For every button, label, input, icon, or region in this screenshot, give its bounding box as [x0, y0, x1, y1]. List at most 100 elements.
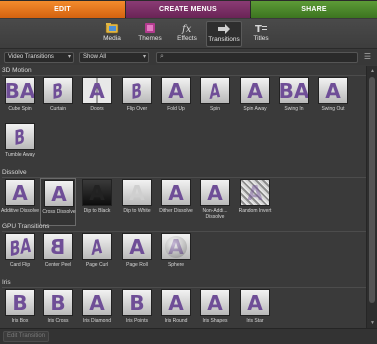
transition-label: Tumble Away	[5, 152, 35, 158]
transition-item[interactable]: A Additive Dissolve	[0, 178, 40, 226]
themes-button[interactable]: Themes	[134, 21, 166, 47]
transition-label: Cross Dissolve	[42, 209, 76, 215]
transition-label: Flip Over	[126, 106, 148, 112]
transition-item[interactable]: B Iris Cross	[40, 288, 76, 328]
scrollbar-thumb[interactable]	[369, 77, 375, 303]
transition-thumbnail: A	[44, 180, 74, 207]
transition-item[interactable]: A Page Roll	[119, 232, 155, 280]
transition-label: Doors	[90, 106, 104, 112]
thumbnail-glyph: A	[247, 78, 263, 103]
scroll-up-icon[interactable]: ▲	[368, 67, 377, 75]
transition-item[interactable]: A Sphere	[158, 232, 194, 280]
transition-item[interactable]: BA Cube Spin	[2, 76, 38, 124]
transition-item[interactable]: A Iris Diamond	[79, 288, 115, 328]
transition-item[interactable]: B Iris Box	[2, 288, 38, 328]
transition-label: Iris Round	[164, 318, 188, 324]
section-title: Dissolve	[2, 169, 27, 176]
transition-item[interactable]: A Iris Star	[237, 288, 273, 328]
panel-toolbar: Media Themes fx Effects Transitions T Ti…	[0, 19, 377, 49]
media-button[interactable]: Media	[98, 21, 126, 47]
tab-share[interactable]: SHARE	[251, 1, 377, 18]
transition-item[interactable]: BA Card Flip	[2, 232, 38, 280]
section-title: GPU Transitions	[2, 223, 50, 230]
transition-thumbnail: B	[43, 77, 73, 104]
filter-bar: Video Transitions ▾ Show All ▾ ⌕ ☰	[0, 50, 377, 65]
tab-edit[interactable]: EDIT	[0, 1, 125, 18]
transition-item[interactable]: B Curtain	[40, 76, 76, 124]
transition-thumbnail: B	[5, 123, 35, 150]
list-view-icon[interactable]: ☰	[362, 52, 373, 63]
search-input[interactable]	[169, 53, 355, 62]
thumbnail-glyph: A	[247, 180, 263, 205]
thumbnail-glyph: A	[89, 290, 105, 315]
thumbnail-glyph: A	[12, 180, 28, 205]
thumbnail-glyph: A	[168, 290, 184, 315]
transition-label: Center Peel	[44, 262, 72, 268]
transition-item[interactable]: A Dither Dissolve	[158, 178, 194, 226]
transition-item[interactable]: A Dip to White	[119, 178, 155, 226]
transition-item[interactable]: A Non-Addi... Dissolve	[197, 178, 233, 226]
show-value: Show All	[83, 54, 107, 60]
mode-tabs: EDIT CREATE MENUS SHARE	[0, 0, 377, 18]
thumbnail-glyph: A	[325, 78, 341, 103]
media-icon	[104, 21, 120, 34]
thumbnail-glyph: B	[12, 290, 28, 315]
category-dropdown[interactable]: Video Transitions ▾	[4, 52, 74, 63]
vertical-scrollbar[interactable]: ▲ ▼	[366, 66, 377, 328]
edit-transition-button[interactable]: Edit Transition	[3, 331, 49, 342]
svg-text:fx: fx	[181, 24, 192, 34]
transition-thumbnail: A	[240, 179, 270, 206]
thumbnail-glyph: A	[207, 180, 223, 205]
transition-item[interactable]: A Doors	[79, 76, 115, 124]
transition-item[interactable]: BA Swing In	[276, 76, 312, 124]
thumbnail-glyph: BA	[5, 78, 35, 103]
scroll-down-icon[interactable]: ▼	[368, 319, 377, 327]
thumbnail-glyph: B	[129, 290, 145, 315]
titles-icon: T	[253, 21, 269, 34]
transitions-label: Transitions	[208, 36, 240, 43]
transitions-button[interactable]: Transitions	[206, 21, 242, 47]
transition-label: Page Curl	[85, 262, 109, 268]
transition-thumbnail: A	[200, 179, 230, 206]
transition-item[interactable]: A Iris Shapes	[197, 288, 233, 328]
transition-label: Card Flip	[9, 262, 31, 268]
category-value: Video Transitions	[8, 54, 54, 60]
transition-item[interactable]: A Iris Round	[158, 288, 194, 328]
transition-label: Dip to White	[123, 208, 151, 214]
transition-label: Additive Dissolve	[0, 208, 40, 214]
transition-item[interactable]: A Spin	[197, 76, 233, 124]
show-dropdown[interactable]: Show All ▾	[79, 52, 149, 63]
transition-item[interactable]: B Iris Points	[119, 288, 155, 328]
transition-label: Dither Dissolve	[159, 208, 193, 214]
transition-label: Dip to Black	[83, 208, 111, 214]
transition-item-selected[interactable]: A Cross Dissolve	[40, 178, 76, 226]
thumbnail-glyph: A	[247, 290, 263, 315]
thumbnail-glyph: B	[50, 290, 66, 315]
transitions-grid: 3D Motion BA Cube Spin B Curtain A Doors…	[0, 66, 366, 328]
transition-label: Cube Spin	[8, 106, 32, 112]
transition-item[interactable]: A Swing Out	[315, 76, 351, 124]
transition-thumbnail: A	[122, 179, 152, 206]
transition-label: Iris Diamond	[82, 318, 112, 324]
panel-footer: Edit Transition	[0, 328, 377, 344]
thumbnail-glyph: A	[89, 180, 105, 205]
effects-button[interactable]: fx Effects	[172, 21, 202, 47]
transition-item[interactable]: A Spin Away	[237, 76, 273, 124]
transition-item[interactable]: A Page Curl	[79, 232, 115, 280]
transition-item[interactable]: A Random Invert	[237, 178, 273, 226]
thumbnail-glyph: A	[207, 290, 223, 315]
transition-label: Swing In	[284, 106, 304, 112]
transition-label: Swing Out	[321, 106, 345, 112]
transition-label: Iris Points	[126, 318, 148, 324]
transition-item[interactable]: A Dip to Black	[79, 178, 115, 226]
transition-item[interactable]: B Flip Over	[119, 76, 155, 124]
tab-create-menus[interactable]: CREATE MENUS	[126, 1, 250, 18]
transition-thumbnail: A	[200, 77, 230, 104]
transition-item[interactable]: B Center Peel	[40, 232, 76, 280]
transition-item[interactable]: B Tumble Away	[2, 122, 38, 170]
svg-text:T: T	[255, 24, 262, 34]
themes-label: Themes	[138, 35, 162, 42]
search-box: ⌕	[156, 52, 358, 63]
transition-item[interactable]: A Fold Up	[158, 76, 194, 124]
titles-button[interactable]: T Titles	[247, 21, 275, 47]
